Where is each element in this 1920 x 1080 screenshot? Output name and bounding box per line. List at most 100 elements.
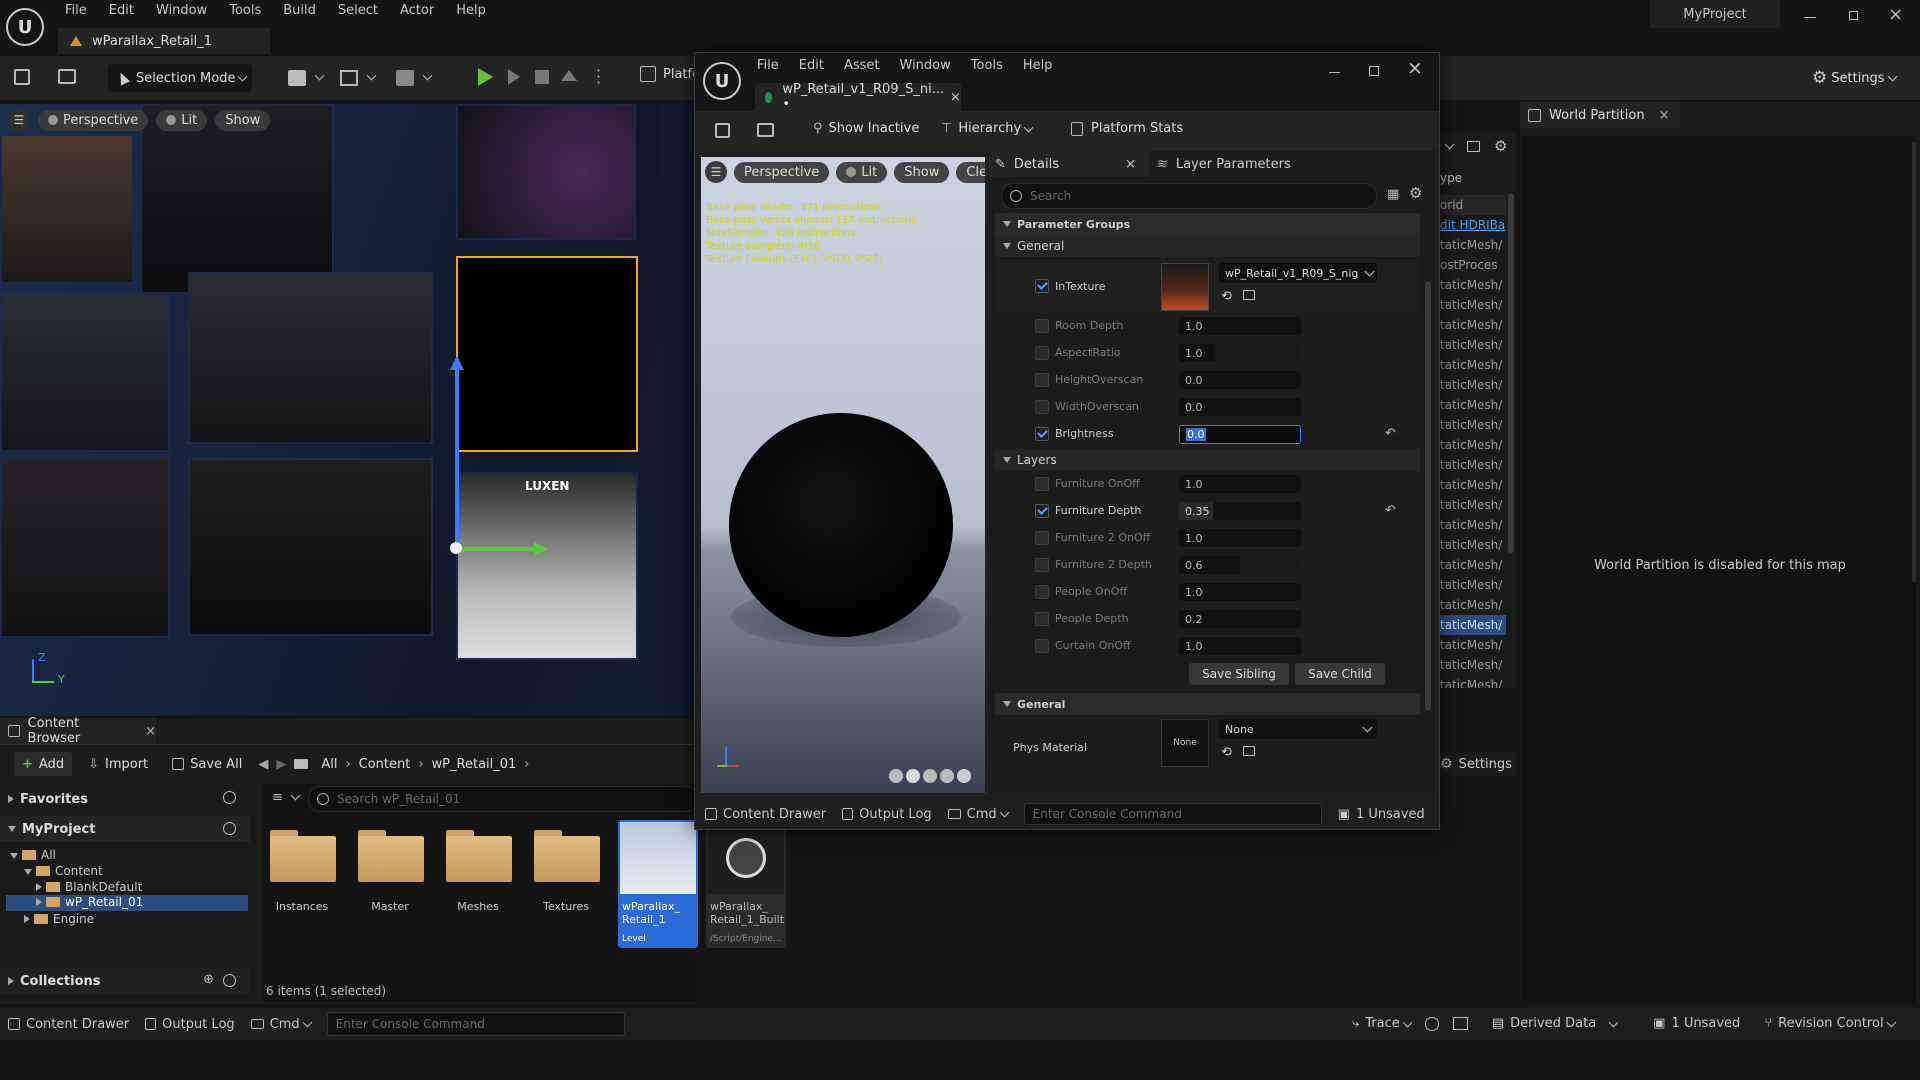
param-value-field[interactable]: 1.0	[1179, 317, 1301, 335]
param-value-field[interactable]: 1.0	[1179, 583, 1301, 601]
outliner-row[interactable]: ostProces	[1436, 255, 1506, 275]
cmd-dropdown[interactable]: Cmd	[250, 1017, 313, 1032]
use-selected-icon[interactable]: ⟲	[1221, 745, 1232, 760]
world-partition-tab[interactable]: World Partition ×	[1520, 102, 1680, 128]
minimize-icon[interactable]	[1804, 17, 1816, 18]
cinematics-icon[interactable]	[396, 70, 414, 86]
menu-file[interactable]: File	[757, 58, 793, 73]
gizmo-z-axis[interactable]	[455, 359, 459, 549]
outliner-row[interactable]: taticMesh/	[1436, 655, 1506, 675]
details-settings-icon[interactable]: ⚙	[1409, 184, 1422, 202]
preview-show-button[interactable]: Show	[894, 161, 950, 183]
menu-actor[interactable]: Actor	[390, 3, 446, 18]
outliner-row[interactable]: dit HDRIBa	[1436, 215, 1506, 235]
table-view-icon[interactable]: ▦	[1387, 187, 1399, 202]
menu-window[interactable]: Window	[894, 58, 965, 73]
outliner-row[interactable]: taticMesh/	[1436, 275, 1506, 295]
level-viewport[interactable]: LUXEN ☰ Perspective Lit Show Z Y	[0, 104, 700, 716]
tree-item-content[interactable]: Content	[24, 864, 103, 880]
preview-perspective-button[interactable]: Perspective	[734, 161, 830, 183]
play-icon[interactable]	[478, 68, 493, 86]
unreal-logo-icon[interactable]: U	[6, 8, 44, 46]
section-parameter-groups[interactable]: Parameter Groups	[995, 213, 1420, 235]
import-button[interactable]: ⇩ Import	[80, 752, 156, 776]
outliner-row[interactable]: taticMesh/	[1436, 435, 1506, 455]
trace-dropdown[interactable]: ⤷ Trace	[1352, 1016, 1413, 1031]
add-actor-icon[interactable]	[288, 70, 306, 86]
collections-header[interactable]: Collections ⊕	[0, 968, 250, 994]
show-inactive-button[interactable]: ⚲ Show Inactive	[813, 121, 919, 136]
outliner-row[interactable]: taticMesh/	[1436, 535, 1506, 555]
details-tab[interactable]: ✎ Details ×	[989, 151, 1149, 177]
menu-help[interactable]: Help	[1017, 58, 1067, 73]
folder-master[interactable]	[358, 830, 424, 882]
intexture-thumbnail[interactable]	[1161, 263, 1209, 311]
tab-close-icon[interactable]: ×	[145, 724, 156, 739]
menu-edit[interactable]: Edit	[99, 3, 146, 18]
browse-icon[interactable]	[757, 123, 774, 137]
preview-lit-button[interactable]: Lit	[836, 161, 888, 183]
restore-icon[interactable]	[1849, 11, 1858, 20]
content-browser-tab[interactable]: Content Browser ×	[0, 716, 156, 746]
unsaved-button[interactable]: ▣ 1 Unsaved	[1653, 1016, 1740, 1031]
platforms-button[interactable]: Platfo	[640, 66, 700, 82]
dropdown-icon[interactable]	[1444, 139, 1455, 150]
param-value-field[interactable]: 1.0	[1179, 637, 1301, 655]
more-options-icon[interactable]: · · ·	[596, 63, 601, 91]
material-tab[interactable]: wP_Retail_v1_R09_S_ni... • ×	[755, 82, 961, 112]
blueprint-icon[interactable]	[340, 70, 358, 86]
use-selected-icon[interactable]: ⟲	[1221, 289, 1232, 304]
close-icon[interactable]: ×	[1407, 57, 1423, 79]
mesh-icon[interactable]	[957, 769, 971, 783]
outliner-row[interactable]: taticMesh/	[1436, 635, 1506, 655]
reset-to-default-icon[interactable]: ↶	[1385, 503, 1396, 518]
record-icon[interactable]	[1424, 1016, 1439, 1031]
built-data-asset-tile[interactable]: wParallax_ Retail_1_Built /Script/Engine…	[706, 820, 786, 948]
tree-item-wp-retail-selected[interactable]: wP_Retail_01	[6, 895, 248, 911]
tree-item-all[interactable]: All	[10, 848, 56, 864]
gizmo-origin[interactable]	[450, 542, 462, 554]
add-button[interactable]: + Add	[14, 752, 73, 776]
param-value-field[interactable]: 0.6	[1179, 556, 1301, 574]
back-icon[interactable]: ◀	[258, 757, 268, 772]
sphere-icon[interactable]	[906, 769, 920, 783]
unreal-logo-icon[interactable]: U	[703, 62, 741, 100]
outliner-row[interactable]: taticMesh/	[1436, 295, 1506, 315]
section-layers[interactable]: Layers	[995, 449, 1420, 471]
save-child-button[interactable]: Save Child	[1295, 663, 1385, 685]
level-tab[interactable]: wParallax_Retail_1	[58, 28, 270, 54]
outliner-settings-icon[interactable]: ⚙	[1494, 137, 1507, 155]
browse-asset-icon[interactable]	[1243, 290, 1255, 300]
folder-meshes[interactable]	[446, 830, 512, 882]
menu-window[interactable]: Window	[146, 3, 219, 18]
folder-instances[interactable]	[270, 830, 336, 882]
outliner-row[interactable]: taticMesh/	[1436, 455, 1506, 475]
intexture-checkbox[interactable]	[1035, 279, 1049, 293]
save-icon[interactable]	[14, 69, 30, 85]
param-value-field[interactable]: 0.0	[1179, 371, 1301, 389]
output-log-button[interactable]: Output Log	[145, 1017, 235, 1032]
outliner-row[interactable]: orld	[1436, 195, 1506, 215]
perspective-button[interactable]: Perspective	[38, 109, 149, 131]
outliner-row[interactable]: taticMesh/	[1436, 475, 1506, 495]
hamburger-icon[interactable]: ☰	[8, 109, 30, 131]
content-drawer-button[interactable]: Content Drawer	[705, 807, 826, 822]
tab-close-icon[interactable]: ×	[1659, 108, 1670, 123]
reset-to-default-icon[interactable]: ↶	[1385, 426, 1396, 441]
intexture-asset-dropdown[interactable]: wP_Retail_v1_R09_S_nig	[1219, 263, 1377, 283]
maximize-icon[interactable]	[1369, 66, 1379, 76]
menu-asset[interactable]: Asset	[838, 58, 894, 73]
phys-material-dropdown[interactable]: None	[1219, 719, 1377, 739]
outliner-row[interactable]: taticMesh/	[1436, 515, 1506, 535]
details-search-input[interactable]: Search	[1001, 183, 1377, 209]
path-wp-retail[interactable]: wP_Retail_01	[432, 757, 517, 772]
show-button[interactable]: Show	[215, 109, 271, 131]
menu-build[interactable]: Build	[273, 3, 328, 18]
add-collection-icon[interactable]: ⊕	[203, 972, 214, 987]
console-input[interactable]: Enter Console Command	[326, 1012, 625, 1036]
path-all[interactable]: All	[321, 757, 337, 772]
outliner-row-selected[interactable]: taticMesh/	[1436, 615, 1506, 635]
content-drawer-button[interactable]: Content Drawer	[8, 1017, 129, 1032]
outliner-row[interactable]: taticMesh/	[1436, 555, 1506, 575]
param-value-field[interactable]: 0.0	[1179, 398, 1301, 416]
